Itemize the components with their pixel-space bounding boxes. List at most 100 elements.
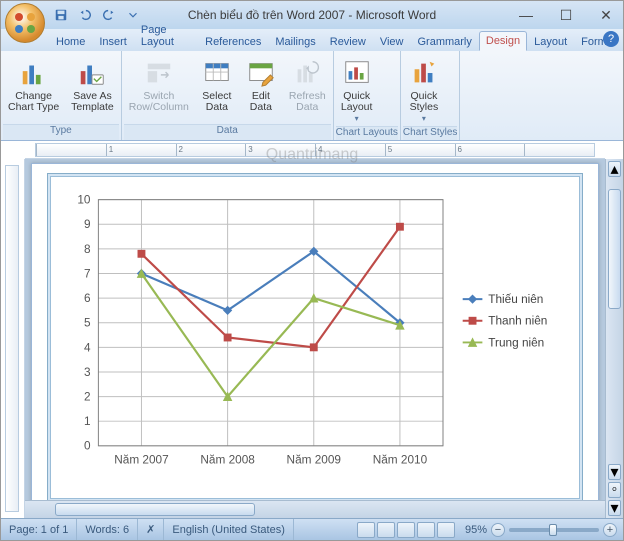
group-type: Change Chart Type Save As Template Type (1, 51, 122, 140)
chart-object[interactable]: 0 1 2 3 4 5 6 7 8 9 10 Năm 2007 Năm 2008 Năm 2009 Năm … (50, 176, 580, 499)
edit-data-button[interactable]: Edit Data (240, 54, 282, 116)
quick-access-toolbar (51, 5, 143, 25)
zoom-slider-knob[interactable] (549, 524, 557, 536)
svg-text:Năm 2010: Năm 2010 (373, 453, 428, 467)
refresh-icon (291, 57, 323, 89)
zoom-level[interactable]: 95% (465, 524, 487, 536)
workspace: 0 1 2 3 4 5 6 7 8 9 10 Năm 2007 Năm 2008 Năm 2009 Năm … (1, 159, 623, 518)
svg-text:8: 8 (84, 242, 91, 256)
scrollbar-horizontal[interactable] (25, 500, 605, 518)
tab-mailings[interactable]: Mailings (268, 32, 322, 51)
office-button[interactable] (5, 3, 45, 43)
group-chart-styles: Quick Styles ▾ Chart Styles (401, 51, 460, 140)
page-indicator[interactable]: Page: 1 of 1 (1, 519, 77, 540)
svg-text:Thiếu niên: Thiếu niên (488, 292, 543, 306)
print-layout-view[interactable] (357, 522, 375, 538)
tab-design[interactable]: Design (479, 31, 527, 51)
language-indicator[interactable]: English (United States) (164, 519, 294, 540)
tab-insert[interactable]: Insert (92, 32, 134, 51)
svg-text:6: 6 (84, 291, 91, 305)
maximize-button[interactable]: ☐ (553, 5, 579, 25)
ruler-horizontal[interactable]: 123456 (25, 141, 605, 159)
view-buttons (353, 522, 459, 538)
zoom-control: 95% − + (459, 523, 623, 537)
quick-styles-button[interactable]: Quick Styles ▾ (403, 54, 445, 126)
ruler-vertical[interactable] (1, 159, 25, 518)
svg-text:2: 2 (84, 390, 91, 404)
undo-button[interactable] (75, 5, 95, 25)
group-label-type: Type (3, 124, 119, 140)
window-title: Chèn biểu đồ trên Word 2007 - Microsoft … (188, 8, 436, 22)
tab-view[interactable]: View (373, 32, 411, 51)
quick-layout-button[interactable]: Quick Layout ▾ (336, 54, 378, 126)
proofing-icon: ✗ (146, 523, 155, 536)
tab-grammarly[interactable]: Grammarly (410, 32, 478, 51)
chevron-down-icon: ▾ (355, 114, 359, 123)
group-label-data: Data (124, 124, 331, 140)
save-as-template-button[interactable]: Save As Template (66, 54, 119, 116)
prev-page-button[interactable]: ◦ (608, 482, 621, 498)
ribbon-tabs: Home Insert Page Layout References Maili… (1, 29, 623, 51)
proofing-button[interactable]: ✗ (138, 519, 164, 540)
minimize-button[interactable]: — (513, 5, 539, 25)
scroll-down-button[interactable]: ▾ (608, 464, 621, 480)
chart-svg: 0 1 2 3 4 5 6 7 8 9 10 Năm 2007 Năm 2008 Năm 2009 Năm … (59, 183, 571, 492)
zoom-slider[interactable] (509, 528, 599, 532)
svg-text:5: 5 (84, 316, 91, 330)
group-label-chart-layouts: Chart Layouts (336, 126, 398, 140)
help-button[interactable]: ? (603, 31, 619, 47)
tab-layout[interactable]: Layout (527, 32, 574, 51)
document-area[interactable]: 0 1 2 3 4 5 6 7 8 9 10 Năm 2007 Năm 2008 Năm 2009 Năm … (25, 159, 605, 518)
quick-styles-icon (408, 57, 440, 89)
redo-button[interactable] (99, 5, 119, 25)
template-icon (76, 57, 108, 89)
svg-text:1: 1 (84, 414, 91, 428)
zoom-in-button[interactable]: + (603, 523, 617, 537)
svg-text:Năm 2009: Năm 2009 (287, 453, 341, 467)
status-bar: Page: 1 of 1 Words: 6 ✗ English (United … (1, 518, 623, 540)
svg-text:3: 3 (84, 365, 91, 379)
svg-text:Thanh niên: Thanh niên (488, 314, 547, 328)
edit-data-icon (245, 57, 277, 89)
quick-layout-icon (341, 57, 373, 89)
scrollbar-vertical[interactable]: ▴ ▾ ◦ ▾ (605, 159, 623, 518)
scroll-up-button[interactable]: ▴ (608, 161, 621, 177)
tab-review[interactable]: Review (323, 32, 373, 51)
svg-text:4: 4 (84, 340, 91, 354)
group-chart-layouts: Quick Layout ▾ Chart Layouts (334, 51, 401, 140)
word-count[interactable]: Words: 6 (77, 519, 138, 540)
refresh-data-button: Refresh Data (284, 54, 331, 116)
titlebar: Chèn biểu đồ trên Word 2007 - Microsoft … (1, 1, 623, 29)
svg-text:9: 9 (84, 217, 91, 231)
svg-text:Năm 2008: Năm 2008 (200, 453, 255, 467)
full-screen-view[interactable] (377, 522, 395, 538)
scroll-thumb-horizontal[interactable] (55, 503, 255, 516)
next-page-button[interactable]: ▾ (608, 500, 621, 516)
outline-view[interactable] (417, 522, 435, 538)
ribbon: Change Chart Type Save As Template Type … (1, 51, 623, 141)
svg-text:Trung niên: Trung niên (488, 335, 544, 349)
group-data: Switch Row/Column Select Data Edit Data … (122, 51, 334, 140)
close-button[interactable]: ✕ (593, 5, 619, 25)
scroll-thumb-vertical[interactable] (608, 189, 621, 309)
draft-view[interactable] (437, 522, 455, 538)
svg-text:10: 10 (77, 193, 91, 207)
switch-row-column-button: Switch Row/Column (124, 54, 194, 116)
page: 0 1 2 3 4 5 6 7 8 9 10 Năm 2007 Năm 2008 Năm 2009 Năm … (31, 163, 599, 514)
svg-text:0: 0 (84, 439, 91, 453)
group-label-chart-styles: Chart Styles (403, 126, 457, 140)
zoom-out-button[interactable]: − (491, 523, 505, 537)
select-data-icon (201, 57, 233, 89)
svg-text:7: 7 (84, 266, 91, 280)
save-button[interactable] (51, 5, 71, 25)
select-data-button[interactable]: Select Data (196, 54, 238, 116)
svg-text:Năm 2007: Năm 2007 (114, 453, 168, 467)
tab-references[interactable]: References (198, 32, 268, 51)
change-chart-type-button[interactable]: Change Chart Type (3, 54, 64, 116)
switch-icon (143, 57, 175, 89)
chevron-down-icon: ▾ (422, 114, 426, 123)
tab-page-layout[interactable]: Page Layout (134, 20, 198, 51)
tab-home[interactable]: Home (49, 32, 92, 51)
web-layout-view[interactable] (397, 522, 415, 538)
chart-type-icon (18, 57, 50, 89)
